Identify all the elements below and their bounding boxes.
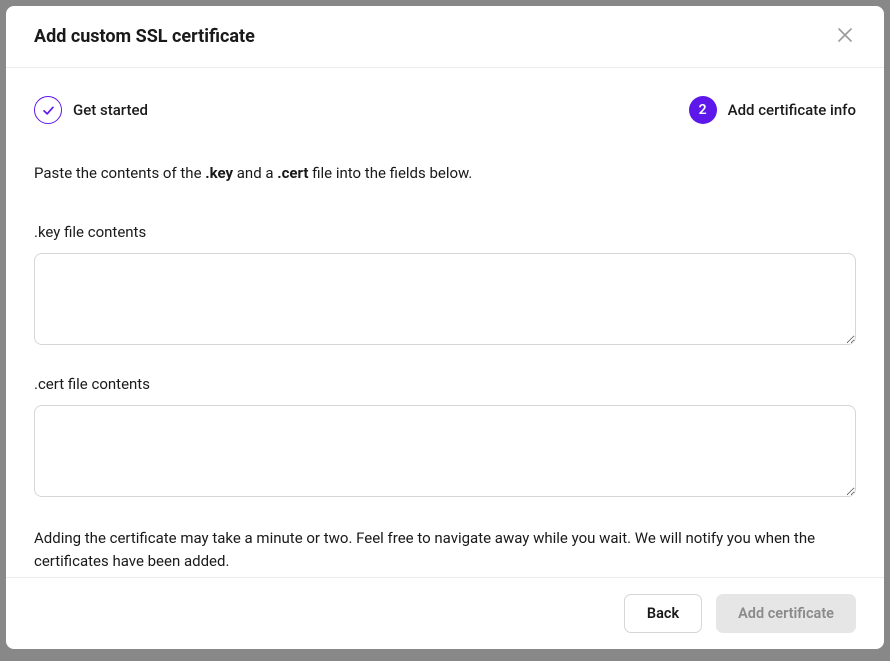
close-icon: [838, 28, 852, 45]
key-file-textarea[interactable]: [34, 253, 856, 345]
key-field-group: .key file contents: [34, 223, 856, 349]
instruction-part: file into the fields below.: [308, 164, 472, 182]
add-certificate-button[interactable]: Add certificate: [716, 594, 856, 633]
instruction-part: and a: [233, 164, 277, 182]
step-label: Get started: [73, 101, 148, 119]
instruction-bold-cert: .cert: [277, 164, 308, 182]
stepper: Get started 2 Add certificate info: [34, 96, 856, 124]
step-add-certificate-info: 2 Add certificate info: [689, 96, 856, 124]
cert-file-textarea[interactable]: [34, 405, 856, 497]
step-get-started: Get started: [34, 96, 148, 124]
modal-header: Add custom SSL certificate: [6, 6, 884, 68]
ssl-certificate-modal: Add custom SSL certificate Get started: [6, 6, 884, 649]
close-button[interactable]: [834, 24, 856, 49]
instruction-bold-key: .key: [205, 164, 233, 182]
check-icon: [34, 96, 62, 124]
modal-body: Get started 2 Add certificate info Paste…: [6, 68, 884, 577]
back-button[interactable]: Back: [624, 594, 702, 633]
modal-title: Add custom SSL certificate: [34, 26, 255, 47]
cert-field-label: .cert file contents: [34, 375, 856, 393]
instruction-part: Paste the contents of the: [34, 164, 205, 182]
help-text: Adding the certificate may take a minute…: [34, 527, 856, 574]
modal-footer: Back Add certificate: [6, 577, 884, 649]
cert-field-group: .cert file contents: [34, 375, 856, 501]
instruction-text: Paste the contents of the .key and a .ce…: [34, 162, 856, 185]
key-field-label: .key file contents: [34, 223, 856, 241]
step-label: Add certificate info: [728, 101, 856, 119]
step-number-badge: 2: [689, 96, 717, 124]
